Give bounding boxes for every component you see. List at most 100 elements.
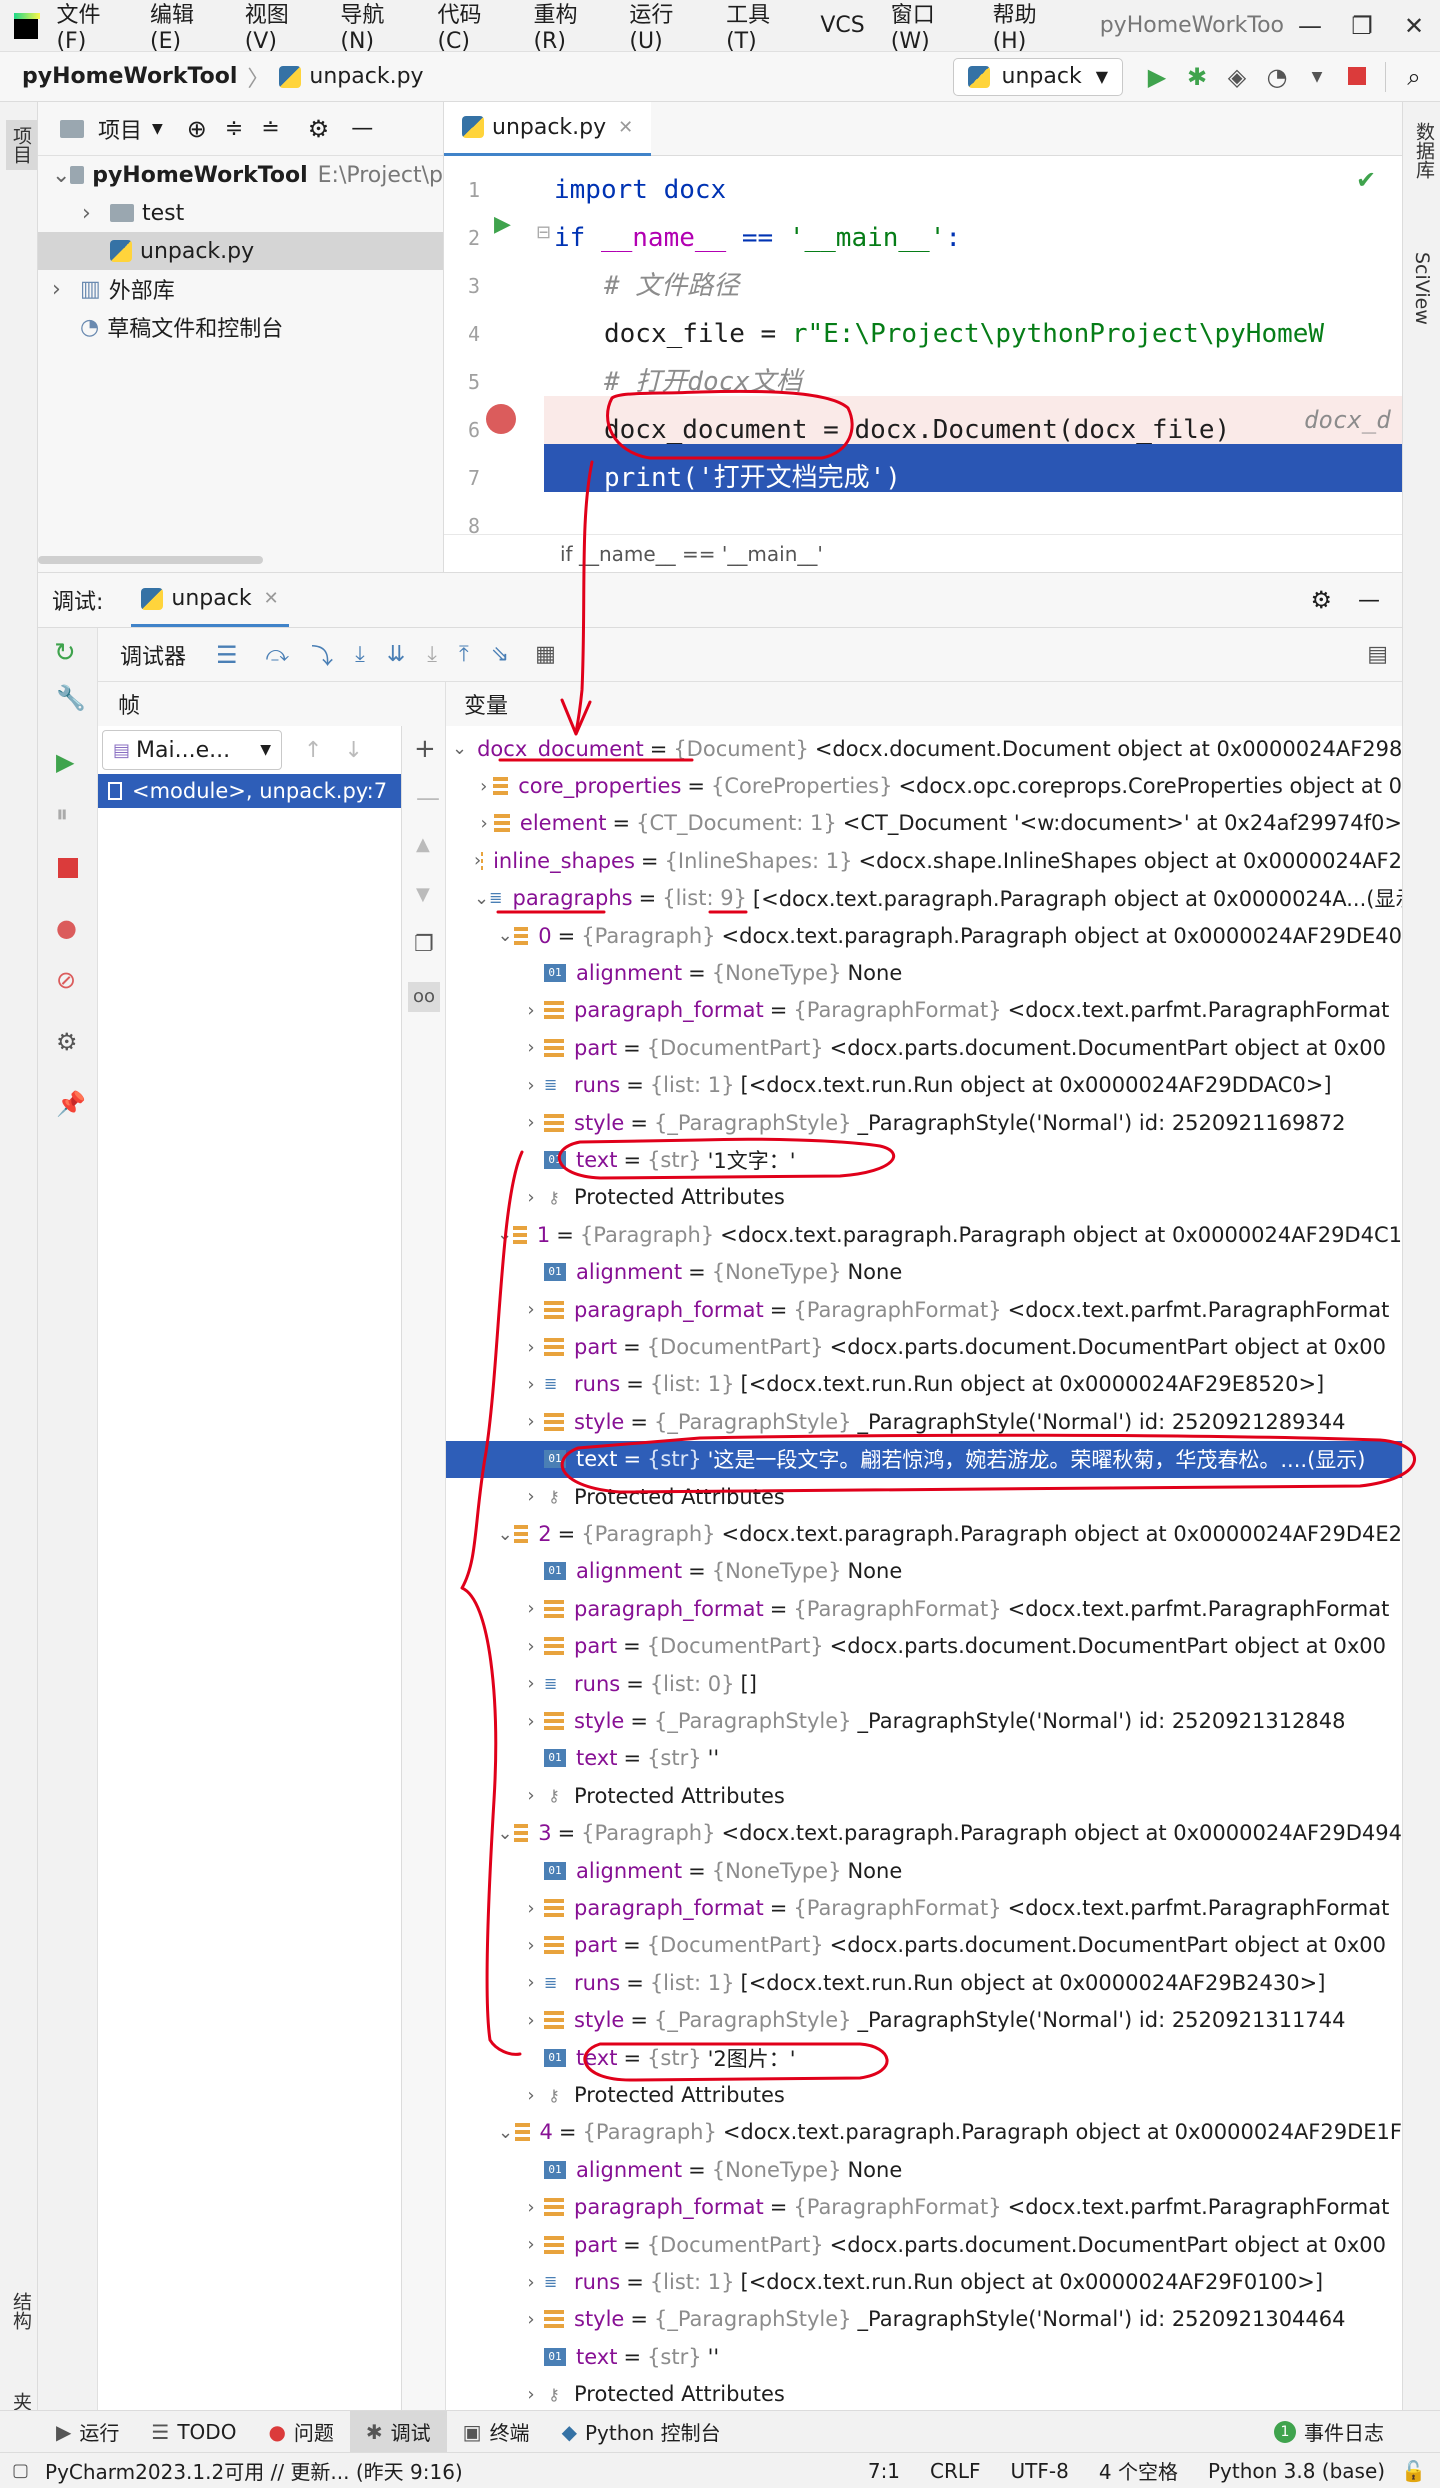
variable-row[interactable]: ⌄ 4 = {Paragraph} <docx.text.paragraph.Parag… [446,2114,1402,2151]
chevron-right-icon[interactable]: › [474,813,494,834]
variable-row[interactable]: 01 text = {str} '' [446,2338,1402,2375]
variable-row[interactable]: › ⚷ Protected Attributes [446,1777,1402,1814]
variable-row[interactable]: 01 alignment = {NoneType} None [446,1254,1402,1291]
minimize-icon[interactable]: — [1284,12,1336,40]
variable-row[interactable]: › ≣ runs = {list: 1} [<docx.text.run.Run obje… [446,1067,1402,1104]
move-down-icon[interactable]: ▼ [416,884,430,905]
add-watch-icon[interactable]: + [414,734,436,764]
variable-row[interactable]: › style = {_ParagraphStyle} _ParagraphStyle(… [446,1403,1402,1440]
chevron-right-icon[interactable]: › [518,2197,544,2218]
copy-icon[interactable]: ❐ [414,932,434,957]
variable-row[interactable]: 01 text = {str} '2图片：' [446,2039,1402,2076]
indent-setting[interactable]: 4 个空格 [1099,2456,1178,2485]
chevron-right-icon[interactable]: › [518,2309,544,2330]
variable-row[interactable]: › paragraph_format = {ParagraphFormat} <docx… [446,1590,1402,1627]
chevron-down-icon[interactable]: ⌄ [496,1524,514,1545]
menu-item[interactable]: 编辑(E) [150,0,219,54]
menu-item[interactable]: VCS [820,13,864,38]
rerun-icon[interactable]: ↻ [54,638,76,668]
variables-tree[interactable]: ⌄ docx_document = {Document} <docx.document.… [446,726,1402,2410]
line-separator[interactable]: CRLF [930,2459,981,2483]
variable-row[interactable]: 01 text = {str} '这是一段文字。翩若惊鸿，婉若游龙。荣曜秋菊，华茂春松。… [446,1440,1402,1478]
code-line[interactable]: docx_document = docx.Document(docx_file) [544,406,1402,454]
run-gutter-icon[interactable]: ▶ [494,212,511,237]
code-line[interactable]: if __name__ == '__main__': [544,214,1402,262]
variable-row[interactable]: › ≣ runs = {list: 1} [<docx.text.run.Run obje… [446,2263,1402,2300]
database-tool-tab[interactable]: 数据库 [1411,122,1438,179]
menu-item[interactable]: 视图(V) [245,0,315,54]
project-panel-title[interactable]: 项目 [98,113,142,145]
show-execution-point-icon[interactable]: ⤼ [266,642,290,667]
variable-row[interactable]: ⌄ 3 = {Paragraph} <docx.text.paragraph.Parag… [446,1815,1402,1852]
gear-icon[interactable]: ⚙ [308,115,330,143]
step-into-icon[interactable]: ⤓ [355,642,365,667]
chevron-right-icon[interactable]: › [518,1785,544,1806]
variable-row[interactable]: › paragraph_format = {ParagraphFormat} <docx… [446,992,1402,1029]
tool-tab-python-console[interactable]: ◆ Python 控制台 [546,2411,737,2453]
hide-icon[interactable]: — [351,116,373,141]
move-up-icon[interactable]: ▲ [416,834,430,855]
breadcrumb-file[interactable]: unpack.py [309,64,423,89]
view-breakpoints-icon[interactable]: ● [56,914,77,942]
step-into-my-code-icon[interactable]: ⇊ [387,642,405,667]
menu-item[interactable]: 运行(U) [629,0,700,54]
chevron-right-icon[interactable]: › [518,2384,544,2405]
chevron-down-icon[interactable]: ⌄ [496,2122,515,2143]
debug-session-tab[interactable]: unpack ✕ [131,573,289,627]
code-line[interactable]: # 打开docx文档 [544,358,1402,406]
variable-row[interactable]: › paragraph_format = {ParagraphFormat} <docx… [446,1291,1402,1328]
thread-selector[interactable]: ▤ Mai...e... ▼ [102,730,282,770]
variable-row[interactable]: › part = {DocumentPart} <docx.parts.document… [446,2226,1402,2263]
chevron-right-icon[interactable]: › [518,1673,544,1694]
variable-row[interactable]: › core_properties = {CoreProperties} <docx.o… [446,767,1402,804]
chevron-right-icon[interactable]: › [518,1299,544,1320]
variable-row[interactable]: › element = {CT_Document: 1} <CT_Document '<… [446,805,1402,842]
restore-layout-icon[interactable]: ▤ [1367,642,1388,667]
file-encoding[interactable]: UTF-8 [1011,2459,1069,2483]
chevron-right-icon[interactable]: › [518,1112,544,1133]
tree-item-unpack[interactable]: unpack.py [38,232,443,270]
stop-icon[interactable] [58,858,78,878]
variable-row[interactable]: 01 alignment = {NoneType} None [446,1852,1402,1889]
chevron-right-icon[interactable]: › [518,1000,544,1021]
debugger-tab[interactable]: 调试器 [98,628,208,682]
chevron-right-icon[interactable]: › [518,1187,544,1208]
arrow-up-icon[interactable]: ↑ [304,738,322,763]
sciview-tool-tab[interactable]: SciView [1411,252,1433,325]
variable-row[interactable]: › style = {_ParagraphStyle} _ParagraphStyle(… [446,2002,1402,2039]
chevron-right-icon[interactable]: › [518,1898,544,1919]
menu-item[interactable]: 帮助(H) [993,0,1064,54]
chevron-down-icon[interactable]: ⌄ [496,925,514,946]
collapse-all-icon[interactable]: ≐ [261,116,279,141]
maximize-icon[interactable]: ❐ [1336,12,1388,40]
chevron-down-icon[interactable]: ⌄ [474,888,489,909]
code-line[interactable]: import docx [544,166,1402,214]
variable-row[interactable]: › ⚷ Protected Attributes [446,1179,1402,1216]
code-line[interactable]: # 文件路径 [544,262,1402,310]
search-icon[interactable]: ⌕ [1394,63,1434,91]
chevron-right-icon[interactable]: › [474,776,493,797]
chevron-right-icon[interactable]: › [518,1972,544,1993]
variable-row[interactable]: › part = {DocumentPart} <docx.parts.document… [446,1927,1402,1964]
run-to-cursor-icon[interactable]: ⇘ [491,642,509,667]
chevron-right-icon[interactable]: › [518,1075,544,1096]
variable-row[interactable]: › part = {DocumentPart} <docx.parts.document… [446,1628,1402,1665]
glasses-icon[interactable]: oo [408,982,440,1012]
chevron-down-icon[interactable]: ⌄ [496,1823,514,1844]
chevron-right-icon[interactable]: › [518,1374,544,1395]
tool-tab-terminal[interactable]: ▣ 终端 [447,2411,546,2453]
mute-breakpoints-icon[interactable]: ⊘ [56,966,76,994]
variable-row[interactable]: 01 alignment = {NoneType} None [446,1553,1402,1590]
variable-row[interactable]: › part = {DocumentPart} <docx.parts.document… [446,1328,1402,1365]
chevron-right-icon[interactable]: › [518,2010,544,2031]
variable-row[interactable]: › ≣ runs = {list: 1} [<docx.text.run.Run obje… [446,1964,1402,2001]
gear-icon[interactable]: ⚙ [1310,586,1332,614]
variable-row[interactable]: ⌄ ≣ paragraphs = {list: 9} [<docx.text.paragr… [446,880,1402,917]
arrow-down-icon[interactable]: ↓ [344,738,362,763]
menu-item[interactable]: 窗口(W) [891,0,967,54]
menu-item[interactable]: 文件(F) [56,0,124,54]
pause-icon[interactable]: ⏸ [56,800,68,828]
variable-row[interactable]: › style = {_ParagraphStyle} _ParagraphStyle(… [446,1104,1402,1141]
chevron-right-icon[interactable]: › [518,1711,544,1732]
expand-all-icon[interactable]: ≑ [225,116,243,141]
